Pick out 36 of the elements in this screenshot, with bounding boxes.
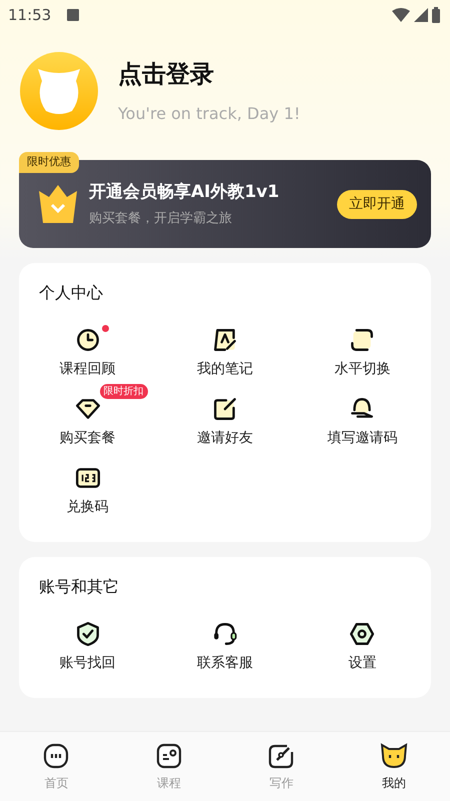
signal-icon: [414, 8, 428, 22]
menu-item[interactable]: 水平切换: [334, 327, 390, 380]
subtitle: You're on track, Day 1!: [118, 103, 300, 125]
switch-icon: [349, 327, 376, 353]
menu-item[interactable]: 我的笔记: [196, 327, 253, 380]
settings-icon: [349, 621, 376, 647]
headset-icon: [212, 621, 238, 647]
discount-badge: 限时折扣: [100, 384, 148, 399]
nav-tab[interactable]: 我的: [338, 732, 450, 801]
note-icon: [212, 327, 238, 353]
banner-title: 开通会员畅享AI外教1v1: [89, 181, 280, 204]
wifi-icon: [392, 8, 410, 22]
promo-tag: 限时优惠: [19, 152, 79, 172]
menu-item[interactable]: 课程回顾: [60, 327, 116, 380]
login-title[interactable]: 点击登录: [118, 56, 300, 92]
status-time: 11:53: [8, 4, 52, 26]
crown-icon: [37, 185, 79, 223]
shield-icon: [74, 621, 101, 647]
clock-icon: [74, 327, 101, 353]
section-title: 账号和其它: [38, 576, 120, 598]
menu-item[interactable]: 购买套餐: [60, 396, 116, 449]
menu-item[interactable]: 账号找回: [60, 621, 116, 674]
menu-item[interactable]: 设置: [348, 621, 376, 674]
menu-item[interactable]: 邀请好友: [196, 396, 253, 449]
edit-icon: [212, 396, 238, 422]
banner-subtitle: 购买套餐，开启学霸之旅: [89, 210, 233, 228]
cat-face-icon: [380, 742, 408, 770]
diamond-icon: [74, 396, 101, 422]
section-title: 个人中心: [38, 282, 104, 304]
menu-item[interactable]: 联系客服: [196, 621, 253, 674]
menu-item[interactable]: 填写邀请码: [327, 396, 398, 449]
face-icon: [154, 742, 183, 770]
menu-item[interactable]: 兑换码: [66, 465, 109, 518]
open-membership-button[interactable]: 立即开通: [337, 190, 417, 218]
ticket-icon: [74, 465, 101, 491]
battery-icon: [432, 7, 440, 23]
